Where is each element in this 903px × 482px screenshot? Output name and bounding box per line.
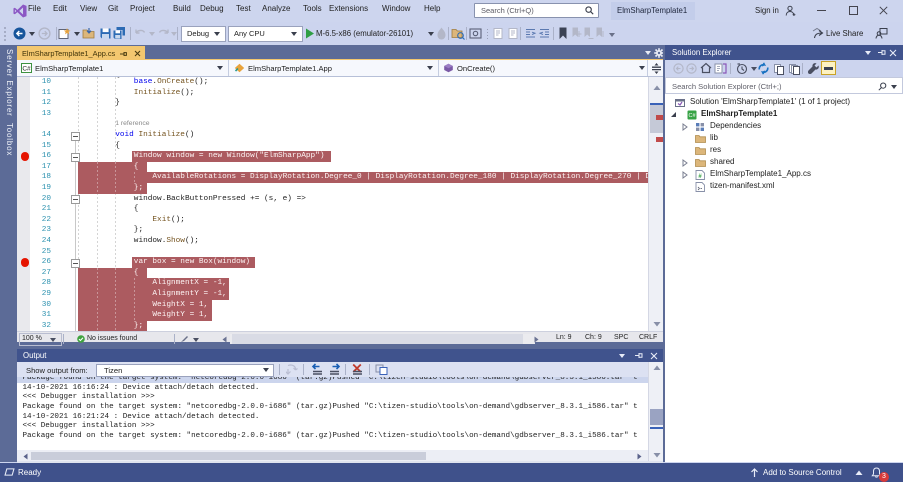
svg-text:C#: C#: [688, 113, 696, 119]
svg-text:C#: C#: [22, 66, 31, 73]
